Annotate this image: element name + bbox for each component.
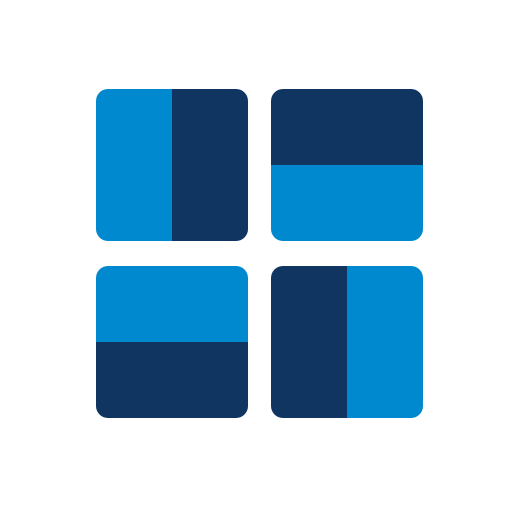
logo-canvas [0, 0, 512, 512]
tile-top-right-bottom-half [271, 165, 423, 241]
tile-bottom-right-right-half [347, 266, 423, 418]
tile-bottom-left [96, 266, 248, 418]
tile-bottom-right-left-half [271, 266, 347, 418]
tile-top-left-right-half [172, 89, 248, 241]
tile-bottom-left-bottom-half [96, 342, 248, 418]
tile-bottom-left-top-half [96, 266, 248, 342]
tile-bottom-right [271, 266, 423, 418]
tile-top-right [271, 89, 423, 241]
tile-top-left [96, 89, 248, 241]
tile-top-right-top-half [271, 89, 423, 165]
tile-top-left-left-half [96, 89, 172, 241]
